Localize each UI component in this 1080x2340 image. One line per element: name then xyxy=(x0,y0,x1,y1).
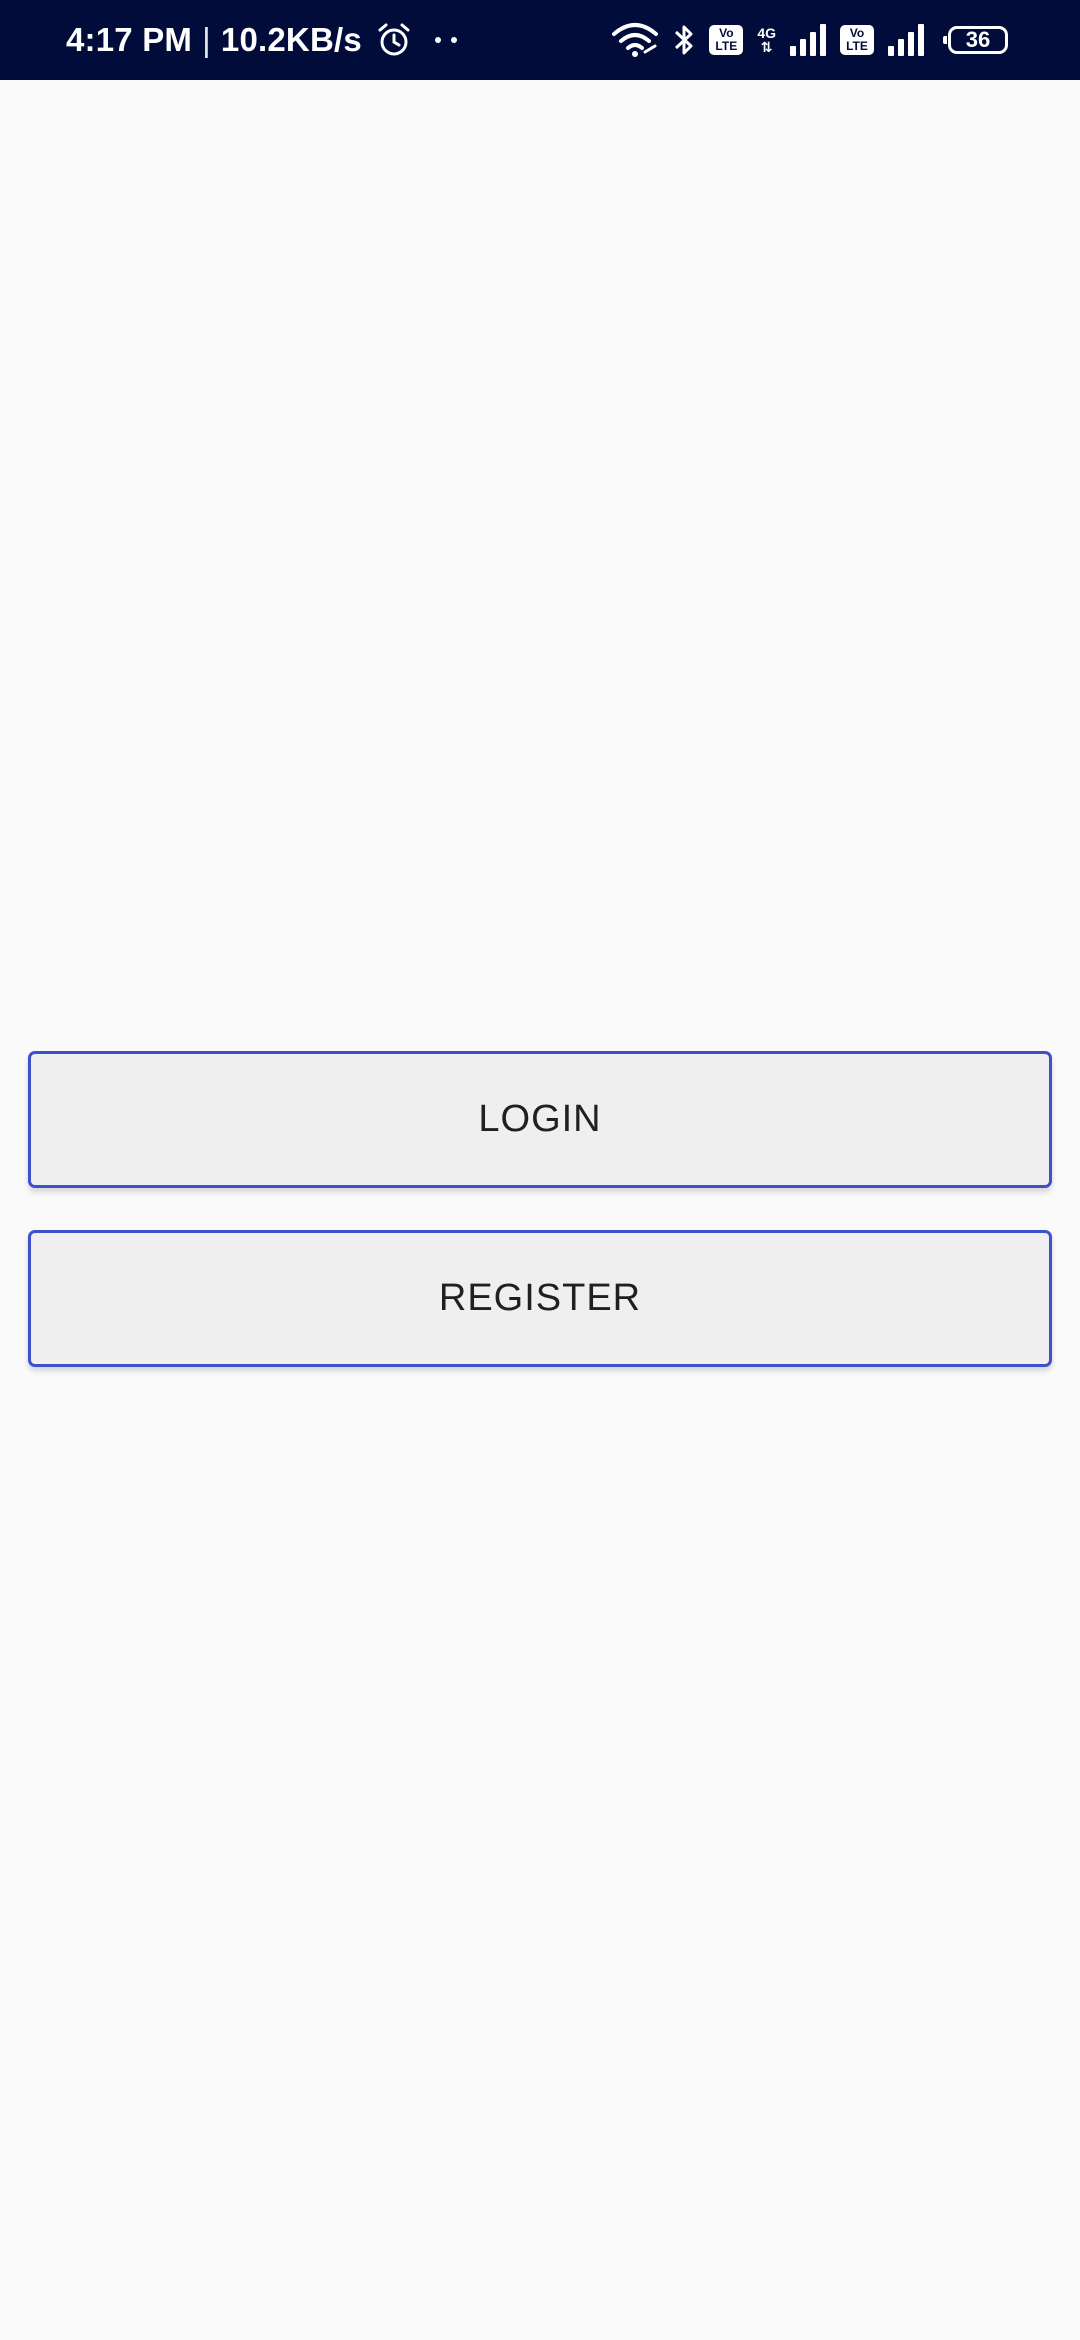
status-time: 4:17 PM xyxy=(66,21,193,58)
signal-icon xyxy=(790,24,826,56)
bluetooth-icon xyxy=(675,25,693,55)
login-button[interactable]: LOGIN xyxy=(28,1051,1052,1188)
register-button[interactable]: REGISTER xyxy=(28,1230,1052,1367)
volte-icon-2: Vo LTE xyxy=(840,25,874,55)
network-type-label: 4G xyxy=(757,25,776,41)
volte-icon: Vo LTE xyxy=(709,25,744,55)
dots-icon xyxy=(434,37,457,43)
battery-nub xyxy=(943,36,947,44)
network-speed: 10.2KB/s xyxy=(220,21,362,58)
battery-level: 36 xyxy=(965,27,991,52)
network-type: 4G ⇅ xyxy=(757,26,776,54)
status-separator: | xyxy=(202,21,211,58)
data-arrows-icon: ⇅ xyxy=(760,39,773,55)
battery-icon: 36 xyxy=(943,26,1008,54)
status-bar-right: Vo LTE 4G ⇅ Vo LTE 36 xyxy=(611,0,1008,80)
alarm-icon xyxy=(378,23,410,56)
status-bar: 4:17 PM | 10.2KB/s Vo LTE 4G ⇅ Vo LTE 36 xyxy=(0,0,1080,80)
status-bar-left: 4:17 PM | 10.2KB/s xyxy=(66,0,462,80)
signal-icon-2 xyxy=(888,24,924,56)
wifi-icon xyxy=(612,23,659,57)
